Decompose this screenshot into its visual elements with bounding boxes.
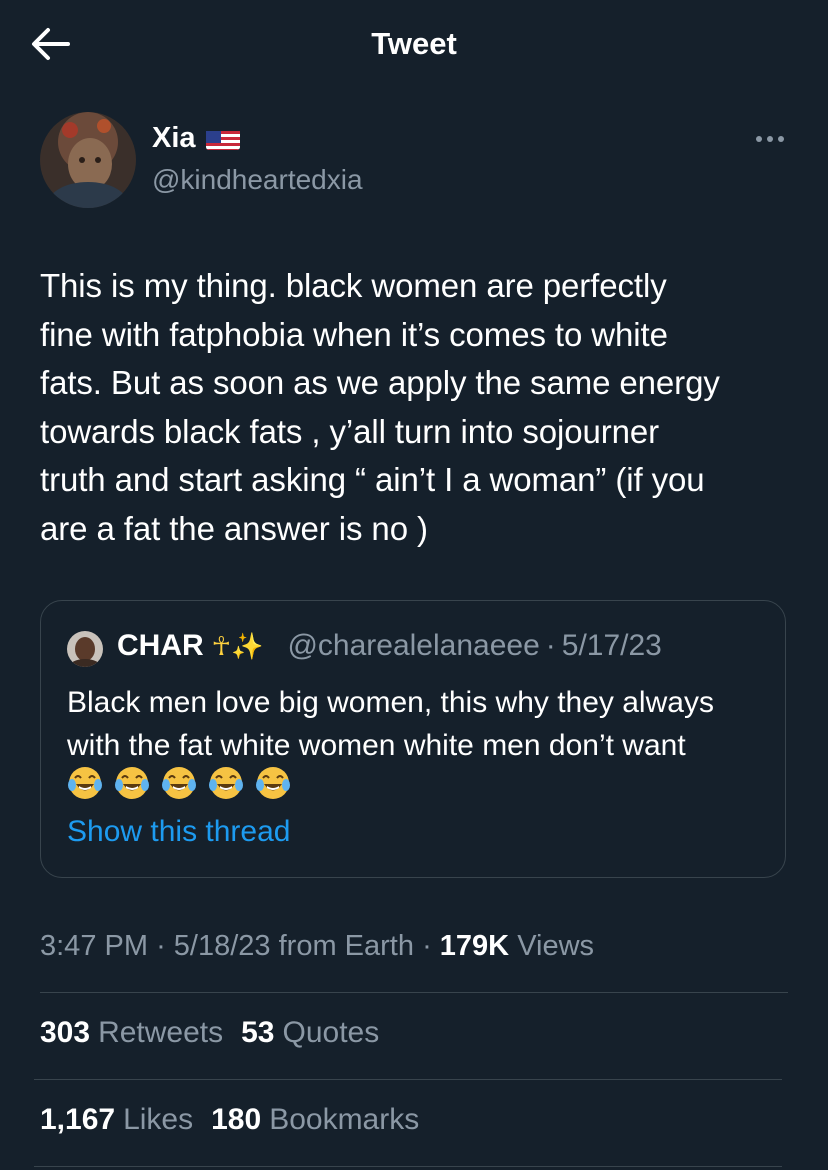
meta-separator: · bbox=[422, 930, 432, 962]
divider bbox=[40, 992, 788, 993]
stats-row: 1,167 Likes 180 Bookmarks bbox=[40, 1103, 419, 1137]
quote-author-name: CHAR bbox=[117, 629, 204, 662]
tears-of-joy-emoji-icon bbox=[114, 765, 150, 801]
us-flag-icon bbox=[205, 128, 240, 150]
views-label: Views bbox=[517, 930, 595, 962]
emoji-row bbox=[67, 765, 291, 801]
quote-author-handle: @charealelanaeee bbox=[287, 629, 540, 662]
tears-of-joy-emoji-icon bbox=[67, 765, 103, 801]
tweet-source: from Earth bbox=[278, 930, 414, 962]
retweets-stat[interactable]: 303 Retweets bbox=[40, 1016, 223, 1050]
tears-of-joy-emoji-icon bbox=[161, 765, 197, 801]
divider bbox=[34, 1166, 782, 1167]
more-icon-dot bbox=[767, 136, 773, 142]
quote-author-badges: ☥✨ bbox=[211, 630, 264, 661]
bookmarks-stat[interactable]: 180 Bookmarks bbox=[211, 1103, 419, 1137]
tweet-date: 5/18/23 bbox=[173, 930, 271, 962]
quote-header: CHAR ☥✨ @charealelanaeee · 5/17/23 bbox=[117, 629, 662, 663]
views-count: 179K bbox=[439, 930, 510, 962]
author-name: Xia bbox=[152, 122, 196, 154]
author-name-row[interactable]: Xia bbox=[152, 122, 240, 155]
tweet-time: 3:47 PM bbox=[40, 930, 148, 962]
tears-of-joy-emoji-icon bbox=[255, 765, 291, 801]
quoted-tweet-card[interactable]: CHAR ☥✨ @charealelanaeee · 5/17/23 Black… bbox=[40, 600, 786, 878]
page-title: Tweet bbox=[371, 26, 457, 61]
tweet-meta: 3:47 PM · 5/18/23 from Earth · 179K View… bbox=[40, 930, 594, 963]
show-thread-link[interactable]: Show this thread bbox=[67, 815, 290, 849]
top-bar: Tweet bbox=[0, 0, 828, 90]
more-options-button[interactable] bbox=[752, 128, 788, 150]
more-icon-dot bbox=[756, 136, 762, 142]
tweet-text: This is my thing. black women are perfec… bbox=[40, 267, 720, 547]
quotes-stat[interactable]: 53 Quotes bbox=[241, 1016, 379, 1050]
author-handle[interactable]: @kindheartedxia bbox=[152, 164, 363, 196]
meta-separator: · bbox=[156, 930, 166, 962]
stats-row: 303 Retweets 53 Quotes bbox=[40, 1016, 379, 1050]
likes-stat[interactable]: 1,167 Likes bbox=[40, 1103, 193, 1137]
quote-text: Black men love big women, this why they … bbox=[67, 686, 714, 762]
quote-author-avatar bbox=[67, 631, 103, 667]
more-icon-dot bbox=[778, 136, 784, 142]
quote-date: 5/17/23 bbox=[561, 629, 662, 662]
quote-date-separator: · bbox=[545, 629, 556, 662]
tears-of-joy-emoji-icon bbox=[208, 765, 244, 801]
author-avatar[interactable] bbox=[40, 112, 136, 208]
divider bbox=[34, 1079, 782, 1080]
